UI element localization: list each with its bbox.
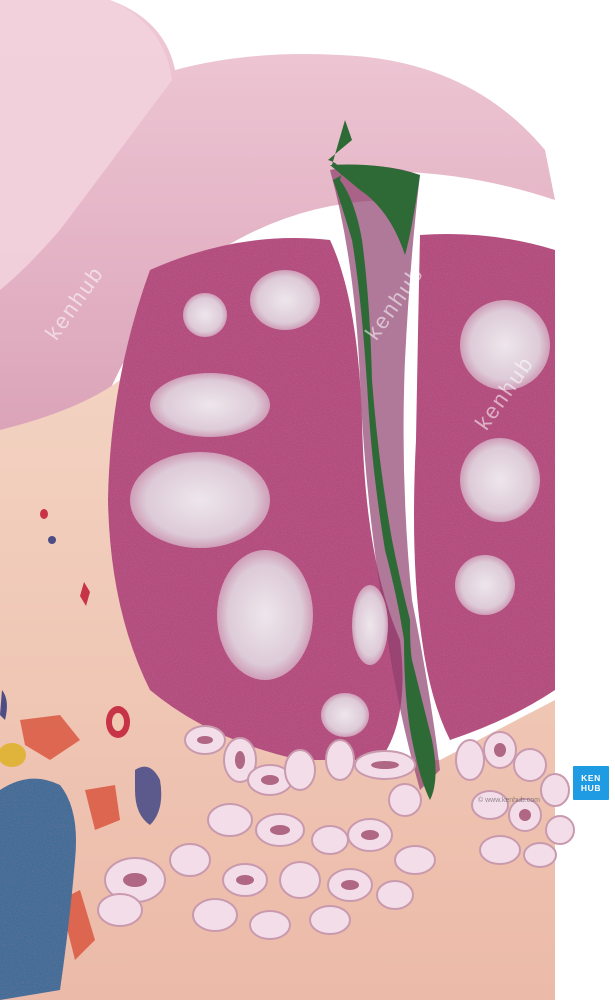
kenhub-logo-line2: HUB	[580, 783, 602, 793]
illustration-canvas	[0, 0, 575, 1000]
watermark-small-text: © www.kenhub.com	[478, 797, 540, 804]
kenhub-logo-badge[interactable]: KEN HUB	[573, 766, 609, 800]
kenhub-logo-line1: KEN	[581, 773, 601, 783]
